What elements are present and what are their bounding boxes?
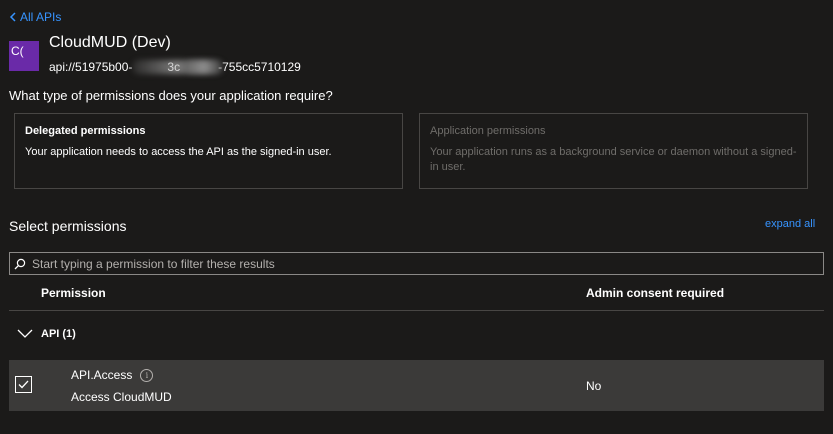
- group-row-api[interactable]: API (1): [17, 328, 76, 340]
- delegated-permissions-description: Your application needs to access the API…: [25, 146, 332, 158]
- api-name: CloudMUD (Dev): [49, 34, 171, 51]
- permission-checkbox[interactable]: [15, 376, 32, 393]
- permission-description: Access CloudMUD: [71, 390, 172, 404]
- expand-all-link[interactable]: expand all: [765, 218, 815, 230]
- permission-search-input[interactable]: [32, 256, 792, 271]
- delegated-permissions-card[interactable]: Delegated permissions Your application n…: [14, 113, 403, 189]
- search-icon: [14, 258, 26, 269]
- api-identifier: api://51975b00- 3c -755cc5710129: [49, 60, 301, 74]
- back-link-label: All APIs: [20, 10, 62, 24]
- back-link-all-apis[interactable]: All APIs: [9, 10, 61, 24]
- api-avatar: C(: [9, 41, 39, 71]
- chevron-left-icon: [9, 12, 16, 22]
- chevron-down-icon: [17, 329, 33, 338]
- application-permissions-card[interactable]: Application permissions Your application…: [419, 113, 808, 189]
- redacted-blur: [184, 60, 225, 74]
- permission-name-cell: API.Access i: [71, 368, 154, 382]
- checkmark-icon: [18, 380, 29, 389]
- api-id-mid: 3c: [167, 60, 181, 74]
- permission-name: API.Access: [71, 368, 133, 382]
- api-id-suffix: -755cc5710129: [218, 60, 301, 74]
- group-label: API (1): [41, 328, 76, 340]
- select-permissions-title: Select permissions: [9, 218, 127, 234]
- delegated-permissions-title: Delegated permissions: [25, 125, 146, 137]
- permission-type-question: What type of permissions does your appli…: [9, 88, 333, 103]
- application-permissions-title: Application permissions: [430, 125, 546, 137]
- permission-search-box[interactable]: [9, 252, 824, 275]
- column-header-permission[interactable]: Permission: [41, 286, 106, 300]
- admin-consent-value: No: [586, 379, 602, 393]
- application-permissions-description: Your application runs as a background se…: [430, 146, 797, 173]
- column-header-admin-consent[interactable]: Admin consent required: [586, 286, 724, 300]
- info-icon[interactable]: i: [140, 368, 154, 382]
- header-divider: [9, 310, 824, 311]
- api-id-prefix: api://51975b00-: [49, 60, 133, 74]
